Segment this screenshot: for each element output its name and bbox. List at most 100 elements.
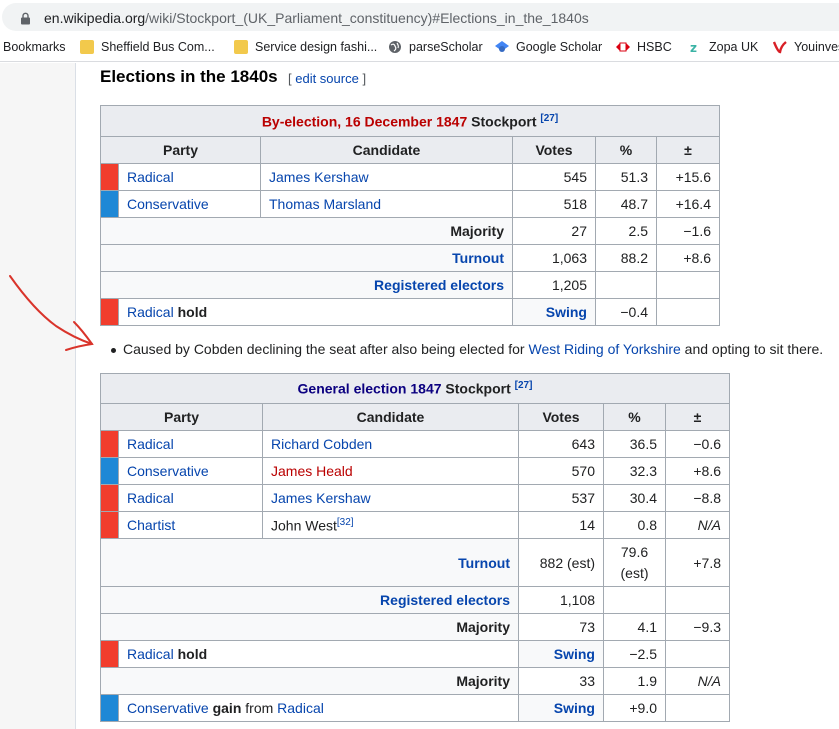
votes-cell: 27 [512,217,596,245]
swing-value: +9.0 [603,694,666,722]
swing-link[interactable]: Swing [518,640,604,668]
gain-row: Conservative gain from Radical Swing +9.… [100,694,730,722]
registered-electors-link[interactable]: Registered electors [100,271,513,299]
address-bar[interactable]: en.wikipedia.org/wiki/Stockport_(UK_Parl… [2,3,839,31]
turnout-link[interactable]: Turnout [100,244,513,272]
header-change: ± [656,136,720,164]
party-color-swatch [100,694,119,722]
reference-link[interactable]: [32] [337,517,354,528]
bookmark-zopa[interactable]: z Zopa UK [688,40,758,54]
electors-row: Registered electors 1,108 [100,586,730,614]
url-text[interactable]: en.wikipedia.org/wiki/Stockport_(UK_Parl… [44,10,589,26]
party-link[interactable]: Conservative [118,457,263,485]
party-color-swatch [100,430,119,458]
table-row: Chartist John West[32] 14 0.8 N/A [100,511,730,539]
candidate-link[interactable]: Richard Cobden [262,430,519,458]
west-riding-link[interactable]: West Riding of Yorkshire [529,341,681,357]
bookmark-label: Sheffield Bus Com... [101,40,215,54]
bookmark-label: Zopa UK [709,40,759,54]
bookmark-google-scholar[interactable]: Google Scholar [495,40,602,54]
party-link[interactable]: Radical [127,646,174,662]
turnout-row: Turnout 882 (est) 79.6 (est) +7.8 [100,538,730,587]
bookmark-hsbc[interactable]: HSBC [616,40,672,54]
votes-cell: 1,108 [518,586,604,614]
party-color-swatch [100,163,119,191]
edit-source-link[interactable]: edit source [295,71,359,86]
candidate-link[interactable]: Thomas Marsland [260,190,513,218]
votes-cell: 73 [518,613,604,641]
candidate-link[interactable]: James Kershaw [260,163,513,191]
bookmark-label: Google Scholar [516,40,603,54]
change-cell: −9.3 [665,613,730,641]
votes-cell: 518 [512,190,596,218]
change-cell: N/A [665,667,730,695]
party-link[interactable]: Conservative [118,190,261,218]
reference-link[interactable]: [27] [515,380,533,391]
party-link[interactable]: Chartist [118,511,263,539]
percent-cell: 1.9 [603,667,666,695]
votes-cell: 33 [518,667,604,695]
votes-cell: 882 (est) [518,538,604,587]
percent-cell: 51.3 [595,163,657,191]
lock-icon[interactable] [20,12,31,25]
table-row: Radical James Kershaw 545 51.3 +15.6 [100,163,720,191]
candidate-redlink[interactable]: James Heald [262,457,519,485]
folder-icon [80,40,94,54]
empty-cell [665,586,730,614]
bookmark-parsescholar[interactable]: parseScholar [388,40,483,54]
bookmark-label: Youinves [794,40,839,54]
table-row: Radical Richard Cobden 643 36.5 −0.6 [100,430,730,458]
bookmark-youinvest[interactable]: Youinves [773,40,839,54]
empty-cell [656,271,720,299]
bookmark-label: Bookmarks [3,40,66,54]
party-link[interactable]: Radical [118,163,261,191]
header-change: ± [665,403,730,431]
bookmark-sheffield-bus[interactable]: Sheffield Bus Com... [80,40,215,54]
bookmark-bookmarks[interactable]: Bookmarks [3,40,66,54]
party-link[interactable]: Conservative [127,700,209,716]
caption-link[interactable]: By-election, 16 December 1847 [262,113,467,129]
hold-row: Radical hold Swing −2.5 [100,640,730,668]
turnout-link[interactable]: Turnout [100,538,519,587]
candidate-link[interactable]: James Kershaw [262,484,519,512]
majority-label: Majority [100,613,519,641]
from-word: from [241,700,278,716]
header-party: Party [100,136,261,164]
header-percent: % [595,136,657,164]
swing-link[interactable]: Swing [518,694,604,722]
party-link[interactable]: Radical [127,304,174,320]
reference-link[interactable]: [27] [540,113,558,124]
majority-label: Majority [100,667,519,695]
youinvest-icon [773,41,787,54]
bookmark-service-design[interactable]: Service design fashi... [234,40,377,54]
bracket-close: ] [358,71,367,86]
swing-link[interactable]: Swing [512,298,596,326]
percent-cell: 48.7 [595,190,657,218]
electors-row: Registered electors 1,205 [100,271,720,299]
caption-link[interactable]: General election 1847 [298,381,442,397]
header-candidate: Candidate [260,136,513,164]
party-link[interactable]: Radical [118,430,263,458]
header-votes: Votes [518,403,604,431]
party-color-swatch [100,511,119,539]
party-color-swatch [100,298,119,326]
majority-row: Majority 73 4.1 −9.3 [100,613,730,641]
percent-cell: 79.6 (est) [603,538,666,587]
swing-value: −0.4 [595,298,657,326]
change-cell: −1.6 [656,217,720,245]
votes-cell: 545 [512,163,596,191]
empty-cell [665,694,730,722]
party-link[interactable]: Radical [118,484,263,512]
annotation-arrow-icon [9,275,94,351]
svg-text:z: z [690,41,697,54]
majority-row: Majority 27 2.5 −1.6 [100,217,720,245]
votes-cell: 570 [518,457,604,485]
scholar-icon [495,41,509,52]
registered-electors-link[interactable]: Registered electors [100,586,519,614]
globe-icon [389,41,401,53]
majority-row: Majority 33 1.9 N/A [100,667,730,695]
bookmarks-bar: Bookmarks Sheffield Bus Com... Service d… [0,34,839,62]
votes-cell: 1,205 [512,271,596,299]
change-cell: +15.6 [656,163,720,191]
from-party-link[interactable]: Radical [277,700,324,716]
